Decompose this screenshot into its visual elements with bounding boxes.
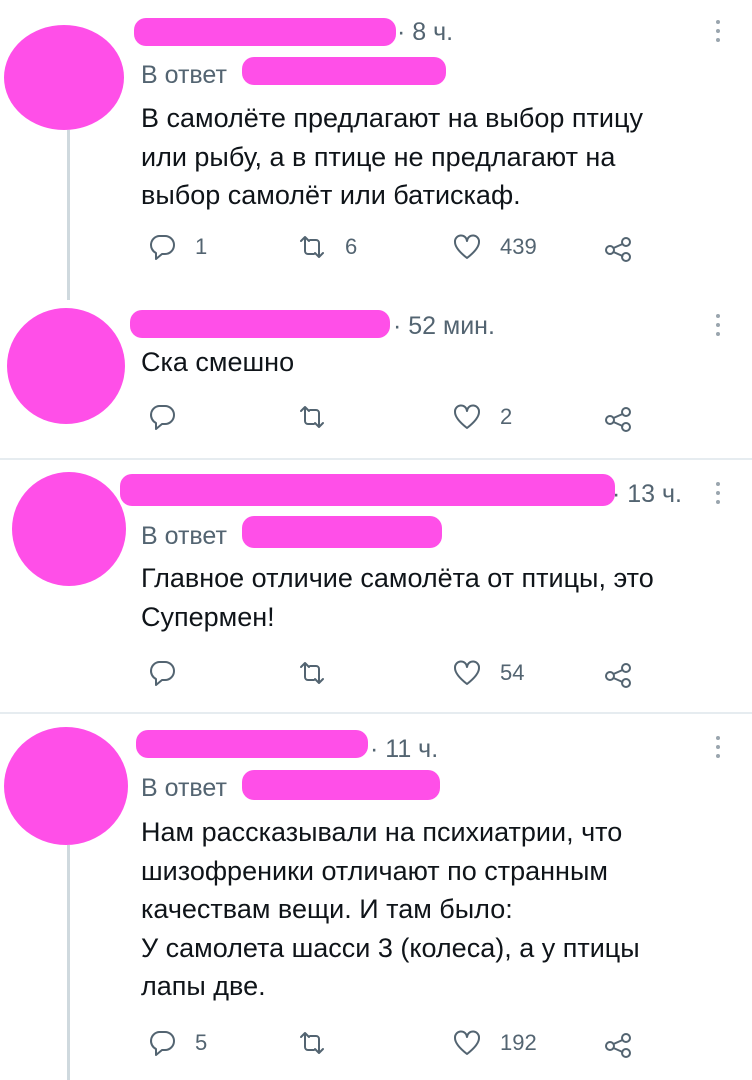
- redacted-username: [130, 310, 390, 338]
- retweet-button[interactable]: [297, 658, 345, 688]
- avatar[interactable]: [4, 25, 124, 130]
- avatar[interactable]: [4, 727, 128, 845]
- like-button[interactable]: 439: [452, 232, 537, 262]
- share-button[interactable]: [603, 1030, 633, 1060]
- tweet-text: Нам рассказывали на психиатрии, что шизо…: [141, 817, 640, 1001]
- redacted-reply-handle: [242, 516, 442, 548]
- reply-count: 1: [195, 234, 208, 259]
- like-icon: [454, 660, 480, 685]
- reply-icon: [150, 1031, 175, 1056]
- thread-line: [67, 130, 70, 300]
- more-icon[interactable]: [715, 314, 721, 341]
- thread-line: [67, 845, 70, 1080]
- tweet-text: Главное отличие самолёта от птицы, это С…: [141, 563, 654, 632]
- tweet-timestamp[interactable]: · 8 ч.: [397, 18, 453, 47]
- reply-button[interactable]: 1: [147, 232, 207, 262]
- tweet[interactable]: · 13 ч. В ответ Главное отличие самолёта…: [0, 460, 752, 712]
- retweet-icon: [300, 406, 324, 428]
- more-icon[interactable]: [715, 482, 721, 509]
- like-icon: [454, 1030, 480, 1055]
- share-button[interactable]: [603, 404, 633, 434]
- redacted-username: [134, 18, 396, 46]
- reply-to-label: В ответ: [141, 774, 227, 802]
- avatar[interactable]: [12, 472, 126, 586]
- more-icon[interactable]: [715, 20, 721, 47]
- reply-button[interactable]: [147, 658, 195, 688]
- tweet[interactable]: · 11 ч. В ответ Нам рассказывали на псих…: [0, 714, 752, 1080]
- retweet-count: 6: [345, 234, 358, 259]
- like-icon: [454, 234, 480, 259]
- like-button[interactable]: 54: [452, 658, 524, 688]
- tweet-timestamp[interactable]: · 52 мин.: [393, 312, 495, 341]
- tweet[interactable]: · 52 мин. Ска смешно 2: [0, 300, 752, 458]
- reply-button[interactable]: 5: [147, 1028, 207, 1058]
- avatar[interactable]: [7, 308, 125, 424]
- tweet[interactable]: · 8 ч. В ответ В самолёте предлагают на …: [0, 0, 752, 300]
- like-count: 2: [500, 404, 513, 429]
- redacted-reply-handle: [242, 770, 440, 800]
- share-icon: [605, 1033, 631, 1058]
- reply-icon: [150, 235, 175, 260]
- reply-count: 5: [195, 1030, 208, 1055]
- retweet-button[interactable]: 6: [297, 232, 357, 262]
- like-button[interactable]: 2: [452, 402, 512, 432]
- share-button[interactable]: [603, 234, 633, 264]
- reply-icon: [150, 661, 175, 686]
- like-count: 54: [500, 660, 525, 685]
- reply-icon: [150, 405, 175, 430]
- redacted-username: [120, 474, 615, 506]
- share-icon: [605, 663, 631, 688]
- like-button[interactable]: 192: [452, 1028, 537, 1058]
- retweet-icon: [300, 236, 324, 258]
- retweet-icon: [300, 1032, 324, 1054]
- share-icon: [605, 237, 631, 262]
- more-icon[interactable]: [715, 736, 721, 763]
- tweet-timestamp[interactable]: · 13 ч.: [612, 480, 682, 509]
- share-button[interactable]: [603, 660, 633, 690]
- reply-button[interactable]: [147, 402, 195, 432]
- redacted-username: [136, 730, 368, 758]
- share-icon: [605, 407, 631, 432]
- retweet-button[interactable]: [297, 1028, 345, 1058]
- tweet-text: Ска смешно: [141, 347, 295, 377]
- reply-to-label: В ответ: [141, 522, 227, 550]
- redacted-reply-handle: [242, 57, 446, 85]
- reply-to-label: В ответ: [141, 61, 227, 89]
- tweet-text: В самолёте предлагают на выбор птицу или…: [141, 103, 643, 210]
- like-icon: [454, 404, 480, 429]
- tweet-timestamp[interactable]: · 11 ч.: [370, 735, 438, 764]
- retweet-button[interactable]: [297, 402, 345, 432]
- like-count: 439: [500, 234, 537, 259]
- like-count: 192: [500, 1030, 537, 1055]
- retweet-icon: [300, 662, 324, 684]
